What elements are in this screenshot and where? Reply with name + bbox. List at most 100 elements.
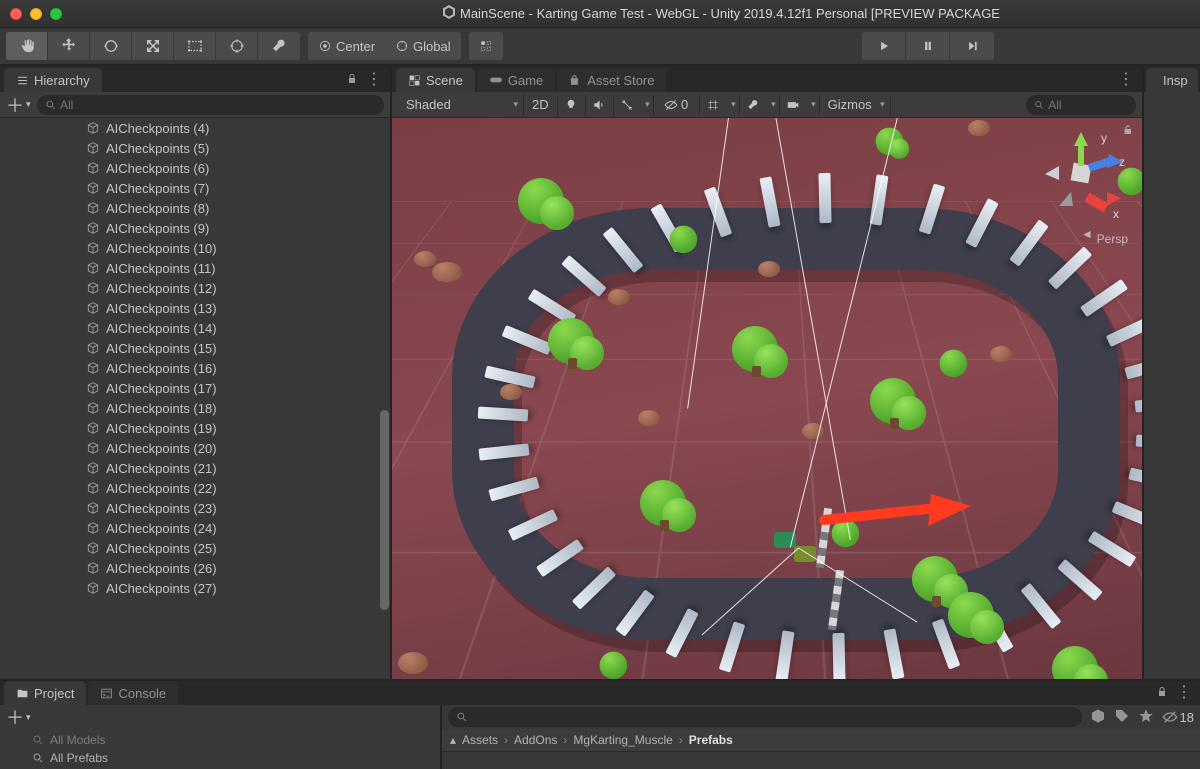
custom-tool-button[interactable] (258, 32, 300, 60)
orientation-gizmo[interactable]: y z x ◄ Persp (1037, 126, 1132, 246)
minimize-window-button[interactable] (30, 8, 42, 20)
project-filter-list: All Models All Prefabs (0, 729, 440, 769)
hierarchy-item[interactable]: AICheckpoints (15) (0, 338, 378, 358)
hierarchy-item[interactable]: AICheckpoints (21) (0, 458, 378, 478)
hierarchy-item[interactable]: AICheckpoints (14) (0, 318, 378, 338)
hierarchy-item[interactable]: AICheckpoints (25) (0, 538, 378, 558)
camera-settings-dropdown[interactable] (780, 95, 820, 115)
rect-tool-button[interactable] (174, 32, 216, 60)
scene-viewport[interactable]: y z x ◄ Persp (392, 118, 1142, 679)
pause-button[interactable] (906, 32, 950, 60)
hierarchy-item[interactable]: AICheckpoints (18) (0, 398, 378, 418)
hierarchy-search-input[interactable] (60, 98, 376, 112)
hierarchy-item[interactable]: AICheckpoints (22) (0, 478, 378, 498)
hand-tool-button[interactable] (6, 32, 48, 60)
hierarchy-item[interactable]: AICheckpoints (10) (0, 238, 378, 258)
asset-store-tab-label: Asset Store (587, 73, 654, 88)
lighting-toggle[interactable] (558, 95, 586, 115)
hidden-objects-toggle[interactable]: 0 (654, 95, 700, 115)
tab-inspector[interactable]: Insp (1146, 68, 1198, 92)
tab-scene[interactable]: Scene (396, 68, 475, 92)
tree (1052, 646, 1100, 679)
breadcrumb-up-icon[interactable]: ▴ (450, 733, 456, 747)
project-filter-item[interactable]: All Prefabs (8, 749, 432, 767)
hidden-count: 0 (681, 97, 688, 112)
component-tools-dropdown[interactable] (740, 95, 780, 115)
title-bar: MainScene - Karting Game Test - WebGL - … (0, 0, 1200, 28)
projection-label[interactable]: Persp (1097, 232, 1128, 246)
hierarchy-item[interactable]: AICheckpoints (27) (0, 578, 378, 598)
pivot-mode-toggle[interactable]: Center (308, 32, 385, 60)
create-dropdown-button[interactable]: ＋▾ (6, 92, 31, 118)
hierarchy-item[interactable]: AICheckpoints (13) (0, 298, 378, 318)
hierarchy-item[interactable]: AICheckpoints (17) (0, 378, 378, 398)
project-toolbar-left: ＋▾ (0, 705, 440, 729)
scene-tab-actions: ⋮ (1118, 68, 1142, 92)
rotate-tool-button[interactable] (90, 32, 132, 60)
move-tool-button[interactable] (48, 32, 90, 60)
hierarchy-item[interactable]: AICheckpoints (11) (0, 258, 378, 278)
scene-tab-row: Scene Game Asset Store ⋮ (392, 66, 1142, 92)
audio-toggle[interactable] (586, 95, 614, 115)
tab-console[interactable]: Console (88, 681, 178, 705)
hierarchy-item[interactable]: AICheckpoints (4) (0, 118, 378, 138)
hierarchy-item[interactable]: AICheckpoints (7) (0, 178, 378, 198)
step-button[interactable] (950, 32, 994, 60)
hierarchy-item[interactable]: AICheckpoints (24) (0, 518, 378, 538)
hierarchy-item[interactable]: AICheckpoints (8) (0, 198, 378, 218)
filter-by-type-icon[interactable] (1090, 708, 1106, 727)
gizmos-dropdown[interactable]: Gizmos (820, 95, 891, 115)
hierarchy-scrollbar[interactable] (379, 122, 390, 675)
hierarchy-item[interactable]: AICheckpoints (20) (0, 438, 378, 458)
tree (732, 326, 780, 374)
scene-search[interactable] (1026, 95, 1136, 115)
lock-icon[interactable] (346, 73, 358, 88)
handle-rotation-label: Global (413, 39, 451, 54)
project-breadcrumb[interactable]: ▴ Assets› AddOns› MgKarting_Muscle› Pref… (442, 729, 1200, 752)
play-button[interactable] (862, 32, 906, 60)
tab-hierarchy[interactable]: Hierarchy (4, 68, 102, 92)
transform-tool-button[interactable] (216, 32, 258, 60)
tree (548, 318, 596, 366)
hierarchy-body: AICheckpoints (4)AICheckpoints (5)AIChec… (0, 118, 390, 679)
close-window-button[interactable] (10, 8, 22, 20)
tab-project[interactable]: Project (4, 681, 86, 705)
project-search-input[interactable] (472, 710, 1074, 724)
hierarchy-item[interactable]: AICheckpoints (23) (0, 498, 378, 518)
hierarchy-list: AICheckpoints (4)AICheckpoints (5)AIChec… (0, 118, 378, 598)
fx-toggle[interactable] (614, 95, 654, 115)
project-filter-item[interactable]: All Models (8, 731, 432, 749)
console-tab-label: Console (118, 686, 166, 701)
filter-by-label-icon[interactable] (1114, 708, 1130, 727)
project-search[interactable] (448, 707, 1082, 727)
hidden-icon[interactable]: 18 (1162, 709, 1194, 725)
hierarchy-item[interactable]: AICheckpoints (16) (0, 358, 378, 378)
snap-toggle[interactable] (469, 32, 503, 60)
hierarchy-item[interactable]: AICheckpoints (9) (0, 218, 378, 238)
hierarchy-item[interactable]: AICheckpoints (6) (0, 158, 378, 178)
hierarchy-item[interactable]: AICheckpoints (26) (0, 558, 378, 578)
main-toolbar: Center Global (0, 28, 1200, 66)
inspector-panel: Insp (1142, 66, 1200, 679)
hierarchy-search[interactable] (37, 95, 384, 115)
grid-toggle[interactable] (700, 95, 740, 115)
hierarchy-item[interactable]: AICheckpoints (5) (0, 138, 378, 158)
tab-game[interactable]: Game (477, 68, 555, 92)
hierarchy-scrollbar-thumb[interactable] (380, 410, 389, 610)
project-left-column: ＋▾ All Models All Prefabs (0, 705, 440, 769)
hierarchy-toolbar: ＋▾ (0, 92, 390, 118)
scale-tool-button[interactable] (132, 32, 174, 60)
tab-asset-store[interactable]: Asset Store (557, 68, 666, 92)
project-tab-label: Project (34, 686, 74, 701)
2d-toggle[interactable]: 2D (524, 95, 558, 115)
create-dropdown-button[interactable]: ＋▾ (6, 704, 31, 730)
hierarchy-item[interactable]: AICheckpoints (19) (0, 418, 378, 438)
scene-search-input[interactable] (1048, 98, 1128, 112)
favorite-icon[interactable] (1138, 708, 1154, 727)
handle-rotation-toggle[interactable]: Global (385, 32, 461, 60)
hierarchy-item[interactable]: AICheckpoints (12) (0, 278, 378, 298)
lock-icon[interactable] (1156, 686, 1168, 701)
gizmo-lock-icon[interactable] (1122, 124, 1134, 139)
shading-mode-dropdown[interactable]: Shaded (398, 95, 524, 115)
maximize-window-button[interactable] (50, 8, 62, 20)
